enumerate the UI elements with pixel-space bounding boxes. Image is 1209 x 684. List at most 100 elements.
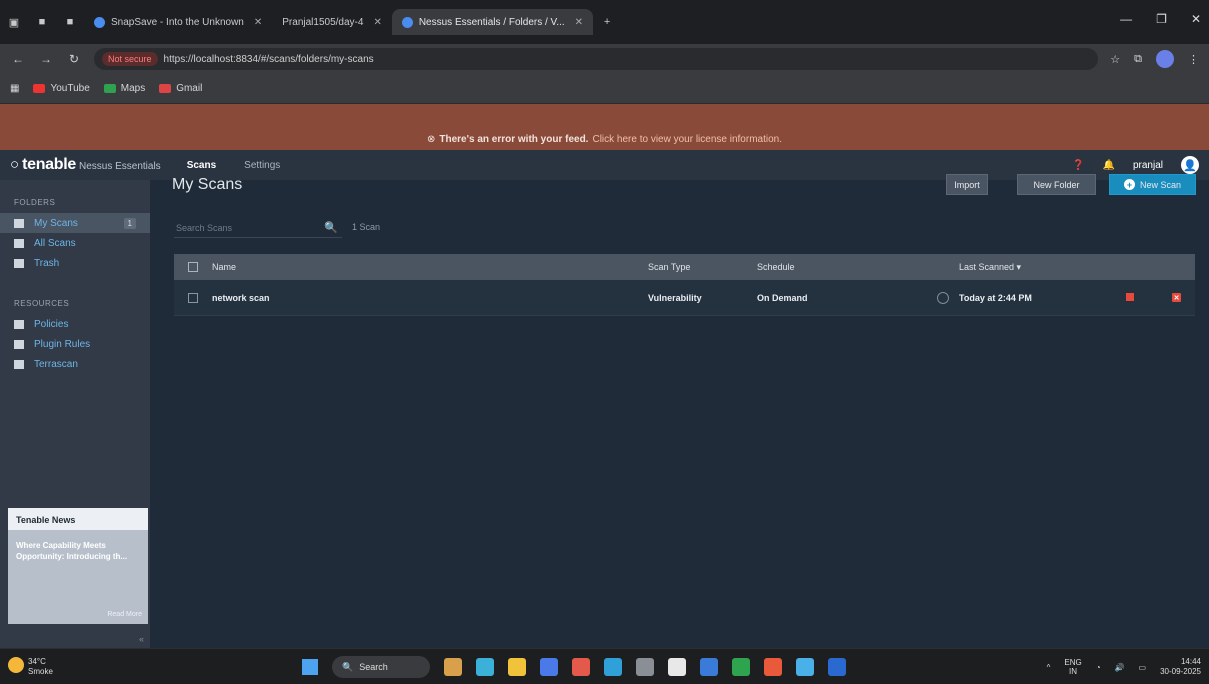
status-clock-icon xyxy=(937,291,949,304)
browser-tab-snapsave[interactable]: SnapSave - Into the Unknown ✕ xyxy=(84,9,272,35)
tab-actions-icon[interactable]: ▣ xyxy=(0,12,28,32)
import-button[interactable]: Import xyxy=(946,174,988,195)
new-scan-button[interactable]: + New Scan xyxy=(1109,174,1196,195)
bookmark-youtube[interactable]: YouTube xyxy=(33,83,90,94)
resources-label: RESOURCES xyxy=(14,299,70,308)
browser-menu-icon[interactable]: ⋮ xyxy=(1188,53,1199,66)
notifications-bell-icon[interactable]: 🔔 xyxy=(1103,160,1115,171)
sidebar-item-my-scans[interactable]: My Scans 1 xyxy=(0,213,150,233)
show-hidden-icons-icon[interactable]: ^ xyxy=(1047,663,1051,672)
collapse-sidebar-icon[interactable]: « xyxy=(139,634,144,644)
vscode-icon[interactable] xyxy=(700,658,718,676)
reload-icon[interactable]: ↻ xyxy=(66,52,82,66)
bookmark-star-icon[interactable]: ☆ xyxy=(1110,53,1120,66)
apps-grid-icon[interactable]: ▦ xyxy=(10,83,19,94)
sidebar-item-policies[interactable]: Policies xyxy=(0,314,150,334)
xbox-icon[interactable] xyxy=(732,658,750,676)
phone-link-icon[interactable] xyxy=(796,658,814,676)
notion-icon[interactable] xyxy=(668,658,686,676)
help-icon[interactable]: ❓ xyxy=(1072,160,1084,171)
close-tab-icon[interactable]: ✕ xyxy=(373,17,381,28)
file-explorer-icon[interactable] xyxy=(508,658,526,676)
chrome-icon[interactable] xyxy=(572,658,590,676)
browser-toolbar: ← → ↻ Not secure https://localhost:8834/… xyxy=(0,44,1209,74)
not-secure-badge[interactable]: Not secure xyxy=(102,52,158,66)
minimize-icon[interactable]: — xyxy=(1120,12,1132,26)
back-icon[interactable]: ← xyxy=(10,52,26,66)
tab-group-icon[interactable]: ■ xyxy=(28,12,56,32)
delete-scan-icon[interactable]: ✕ xyxy=(1172,293,1181,302)
sidebar-item-all-scans[interactable]: All Scans xyxy=(0,233,150,253)
wifi-icon[interactable]: ◔ xyxy=(1096,663,1101,672)
column-scan-type[interactable]: Scan Type xyxy=(648,262,757,272)
widgets-app-icon[interactable] xyxy=(444,658,462,676)
bookmark-label: YouTube xyxy=(50,83,90,94)
read-more-link[interactable]: Read More xyxy=(107,611,142,618)
username[interactable]: pranjal xyxy=(1133,160,1163,171)
news-headline[interactable]: Where Capability Meets Opportunity: Intr… xyxy=(16,540,140,562)
new-tab-icon[interactable]: + xyxy=(593,12,621,32)
scan-count: 1 Scan xyxy=(352,222,381,232)
nav-settings[interactable]: Settings xyxy=(244,160,280,171)
bookmark-maps[interactable]: Maps xyxy=(103,83,145,94)
lang-code: ENG xyxy=(1064,658,1082,667)
bookmark-label: Gmail xyxy=(176,83,203,94)
brave-icon[interactable] xyxy=(764,658,782,676)
address-bar[interactable]: Not secure https://localhost:8834/#/scan… xyxy=(94,48,1099,70)
select-all-checkbox[interactable] xyxy=(188,262,198,272)
app-icon-7[interactable] xyxy=(636,658,654,676)
word-icon[interactable] xyxy=(828,658,846,676)
profile-avatar[interactable] xyxy=(1156,50,1174,68)
table-row[interactable]: network scan Vulnerability On Demand Tod… xyxy=(174,280,1195,316)
nav-scans[interactable]: Scans xyxy=(187,160,216,171)
list-icon xyxy=(14,238,24,248)
copilot-app-icon[interactable] xyxy=(476,658,494,676)
store-app-icon[interactable] xyxy=(540,658,558,676)
battery-icon[interactable]: ▭ xyxy=(1139,663,1147,672)
maximize-icon[interactable]: ❐ xyxy=(1156,12,1167,26)
column-schedule[interactable]: Schedule xyxy=(757,262,907,272)
search-scans-input[interactable]: Search Scans 🔍 xyxy=(174,218,342,238)
tenable-logo[interactable]: ○ tenable Nessus Essentials xyxy=(10,156,161,174)
row-checkbox[interactable] xyxy=(188,292,198,303)
weather-temp: 34°C xyxy=(28,657,46,666)
plugin-icon xyxy=(14,339,24,349)
extensions-icon[interactable]: ⧉ xyxy=(1134,53,1142,66)
launch-scan-icon[interactable] xyxy=(1126,293,1134,301)
sidebar-item-trash[interactable]: Trash xyxy=(0,253,150,273)
taskbar-clock[interactable]: 14:44 30-09-2025 xyxy=(1160,657,1201,677)
youtube-icon xyxy=(33,84,46,93)
bookmark-gmail[interactable]: Gmail xyxy=(159,83,202,94)
close-tab-icon[interactable]: ✕ xyxy=(575,17,583,28)
close-window-icon[interactable]: ✕ xyxy=(1191,12,1201,26)
tab-group-icon-2[interactable]: ■ xyxy=(56,12,84,32)
new-folder-button[interactable]: New Folder xyxy=(1017,174,1096,195)
clock-time: 14:44 xyxy=(1180,657,1201,666)
forward-icon[interactable]: → xyxy=(38,52,54,66)
language-indicator[interactable]: ENG IN xyxy=(1064,658,1081,676)
sidebar-item-terrascan[interactable]: Terrascan xyxy=(0,354,150,374)
close-tab-icon[interactable]: ✕ xyxy=(254,17,262,28)
weather-widget[interactable]: 34°C Smoke xyxy=(8,657,53,677)
taskbar-search[interactable]: 🔍 Search xyxy=(332,656,430,678)
user-avatar-icon[interactable]: 👤 xyxy=(1181,156,1199,174)
windows-start-icon[interactable] xyxy=(302,659,318,675)
clock-date: 30-09-2025 xyxy=(1160,667,1201,676)
table-header: Name Scan Type Schedule Last Scanned ▾ xyxy=(174,254,1195,280)
volume-icon[interactable]: 🔊 xyxy=(1115,663,1125,672)
error-banner: ⊗ There's an error with your feed. Click… xyxy=(0,128,1209,150)
column-last-scanned[interactable]: Last Scanned ▾ xyxy=(959,262,1115,273)
sidebar-item-plugin-rules[interactable]: Plugin Rules xyxy=(0,334,150,354)
tenable-news-card[interactable]: Tenable News Where Capability Meets Oppo… xyxy=(8,508,148,624)
browser-tab-github[interactable]: Pranjal1505/day-4 ✕ xyxy=(272,9,392,35)
trash-icon xyxy=(14,258,24,268)
browser-tab-nessus[interactable]: Nessus Essentials / Folders / V... ✕ xyxy=(391,9,594,35)
column-name[interactable]: Name xyxy=(212,262,648,272)
page-title: My Scans xyxy=(172,176,243,193)
scan-name[interactable]: network scan xyxy=(212,293,648,303)
main-content: My Scans Import New Folder + New Scan Se… xyxy=(150,174,1209,648)
sidebar-item-label: Trash xyxy=(34,257,60,269)
license-info-link[interactable]: Click here to view your license informat… xyxy=(592,134,782,145)
edge-icon[interactable] xyxy=(604,658,622,676)
search-icon[interactable]: 🔍 xyxy=(324,221,338,234)
